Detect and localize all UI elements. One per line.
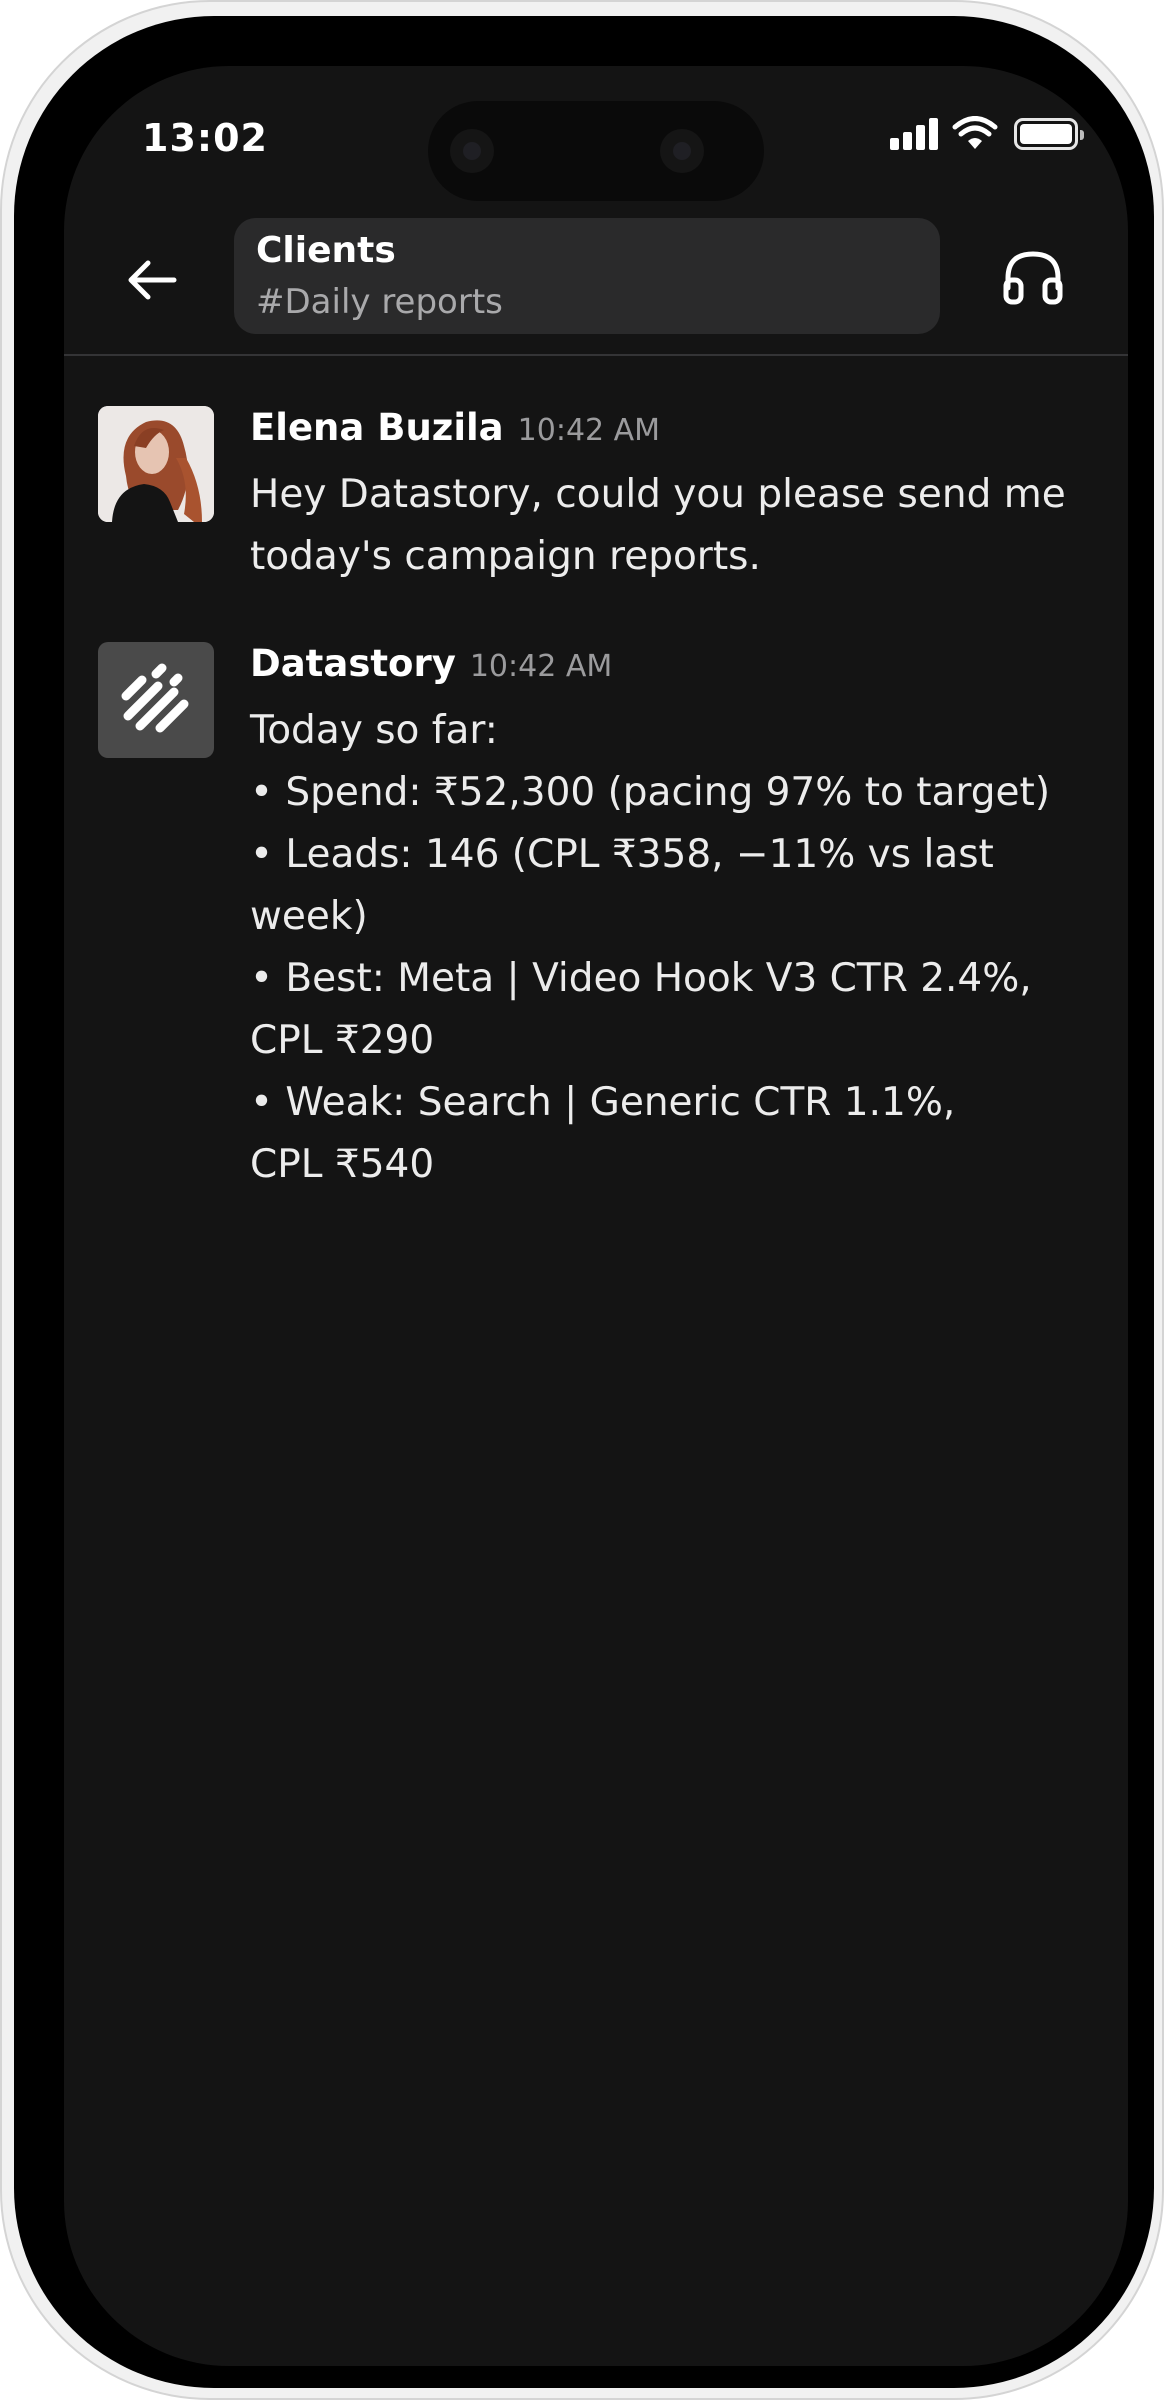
message-author[interactable]: Datastory (250, 642, 456, 685)
headphones-icon (1003, 251, 1063, 305)
dynamic-island (428, 101, 764, 201)
message-body: Elena Buzila 10:42 AM Hey Datastory, cou… (250, 406, 1080, 588)
message-timestamp: 10:42 AM (517, 413, 661, 448)
sensor-icon (660, 129, 704, 173)
avatar[interactable] (98, 406, 214, 522)
arrow-left-icon (128, 260, 177, 300)
header-divider (64, 354, 1128, 356)
message-text: Today so far: • Spend: ₹52,300 (pacing 9… (250, 700, 1080, 1196)
message-line: • Weak: Search | Generic CTR 1.1%, (250, 1080, 956, 1125)
message-line: today's campaign reports. (250, 534, 761, 579)
message-line: • Spend: ₹52,300 (pacing 97% to target) (250, 770, 1051, 815)
message-text: Hey Datastory, could you please send me … (250, 464, 1080, 588)
message-line: CPL ₹290 (250, 1018, 435, 1063)
message-line: CPL ₹540 (250, 1142, 435, 1187)
wifi-icon (952, 116, 998, 149)
channel-subtitle: #Daily reports (256, 282, 503, 322)
datastory-logo-icon (121, 663, 189, 733)
battery-icon (1014, 118, 1084, 150)
message-header: Datastory 10:42 AM (250, 642, 1080, 694)
phone-frame: 13:02 Clients #Daily reports Elena Buzil… (0, 0, 1164, 2400)
message-line: Today so far: (250, 708, 498, 753)
user-photo (98, 406, 214, 522)
message-body: Datastory 10:42 AM Today so far: • Spend… (250, 642, 1080, 1196)
huddle-button[interactable] (994, 238, 1072, 316)
screen: 13:02 Clients #Daily reports Elena Buzil… (64, 66, 1128, 2366)
phone-bezel: 13:02 Clients #Daily reports Elena Buzil… (14, 16, 1154, 2388)
message-line: week) (250, 894, 368, 939)
battery-level (1020, 124, 1072, 144)
message-line: Hey Datastory, could you please send me (250, 472, 1066, 517)
message-timestamp: 10:42 AM (469, 649, 613, 684)
avatar[interactable] (98, 642, 214, 758)
channel-header[interactable]: Clients #Daily reports (234, 218, 940, 334)
status-time: 13:02 (142, 116, 268, 160)
message-author[interactable]: Elena Buzila (250, 406, 504, 449)
message-line: • Best: Meta | Video Hook V3 CTR 2.4%, (250, 956, 1032, 1001)
cellular-signal-icon (890, 118, 940, 150)
message-line: • Leads: 146 (CPL ₹358, −11% vs last (250, 832, 994, 877)
back-button[interactable] (116, 244, 188, 316)
message-header: Elena Buzila 10:42 AM (250, 406, 1080, 458)
channel-title: Clients (256, 230, 396, 271)
camera-icon (450, 129, 494, 173)
